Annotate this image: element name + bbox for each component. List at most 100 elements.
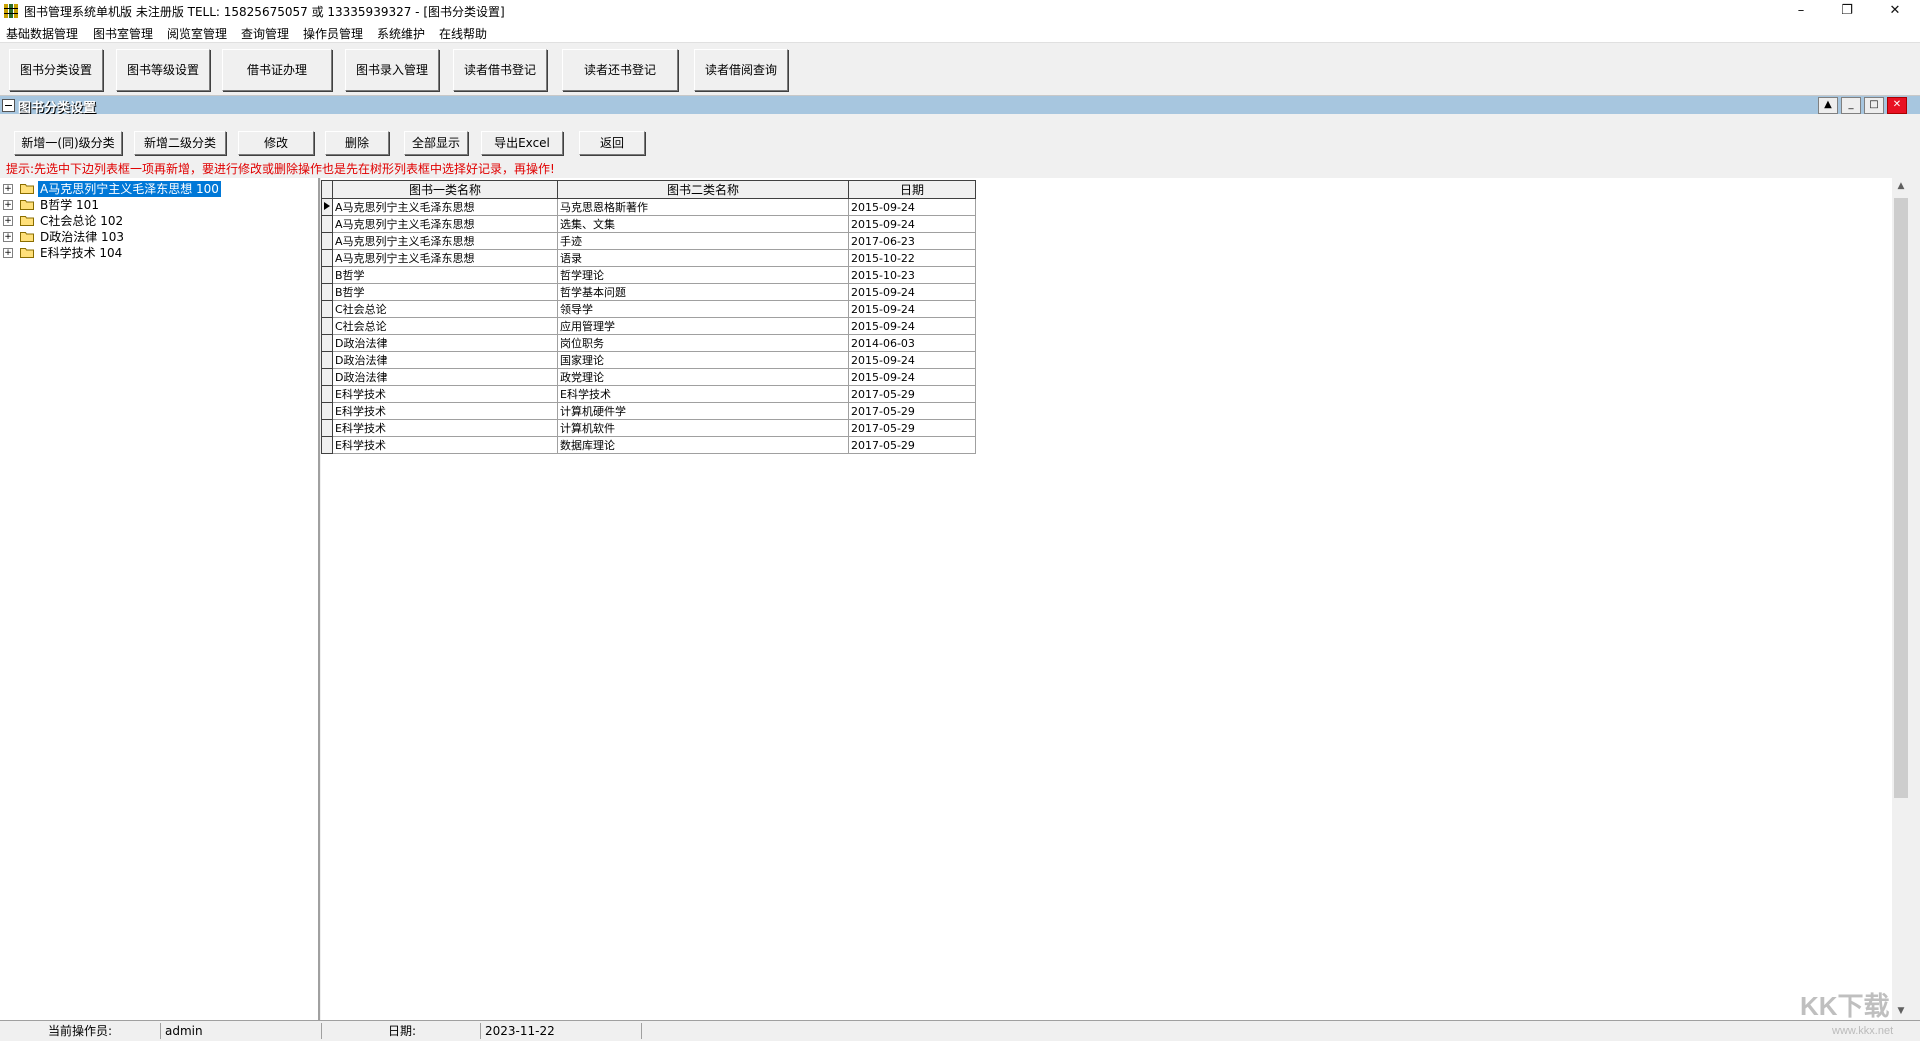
tree-node-label[interactable]: D政治法律 103 bbox=[38, 229, 126, 245]
table-row[interactable]: B哲学 哲学理论 2015-10-23 bbox=[321, 266, 976, 284]
back-button[interactable]: 返回 bbox=[579, 131, 645, 155]
vertical-scrollbar[interactable]: ▲ ▼ bbox=[1892, 178, 1910, 1020]
row-header[interactable] bbox=[321, 283, 333, 301]
edit-button[interactable]: 修改 bbox=[238, 131, 314, 155]
grid-cell[interactable]: 马克思恩格斯著作 bbox=[557, 198, 849, 216]
table-row[interactable]: A马克思列宁主义毛泽东思想 语录 2015-10-22 bbox=[321, 249, 976, 267]
row-header[interactable] bbox=[321, 215, 333, 233]
grid-cell[interactable]: 2015-10-23 bbox=[848, 266, 976, 284]
restore-icon[interactable]: ❐ bbox=[1824, 0, 1870, 22]
table-row[interactable]: A马克思列宁主义毛泽东思想 手迹 2017-06-23 bbox=[321, 232, 976, 250]
grid-cell[interactable]: A马克思列宁主义毛泽东思想 bbox=[332, 215, 558, 233]
table-row[interactable]: D政治法律 国家理论 2015-09-24 bbox=[321, 351, 976, 369]
menu-library-room[interactable]: 图书室管理 bbox=[93, 25, 153, 42]
grid-cell[interactable]: 2015-09-24 bbox=[848, 283, 976, 301]
menu-basic-data[interactable]: 基础数据管理 bbox=[6, 25, 78, 42]
tree-expand-icon[interactable]: + bbox=[3, 232, 13, 242]
grid-cell[interactable]: D政治法律 bbox=[332, 368, 558, 386]
toolbar-book-entry-button[interactable]: 图书录入管理 bbox=[345, 49, 439, 91]
grid-cell[interactable]: 哲学理论 bbox=[557, 266, 849, 284]
row-header[interactable] bbox=[321, 300, 333, 318]
category-tree[interactable]: + A马克思列宁主义毛泽东思想 100 + B哲学 101 + C社会总论 10… bbox=[0, 178, 320, 1020]
menu-operator[interactable]: 操作员管理 bbox=[303, 25, 363, 42]
grid-cell[interactable]: E科学技术 bbox=[557, 385, 849, 403]
menu-query[interactable]: 查询管理 bbox=[241, 25, 289, 42]
grid-cell[interactable]: A马克思列宁主义毛泽东思想 bbox=[332, 232, 558, 250]
row-header[interactable] bbox=[321, 368, 333, 386]
grid-cell[interactable]: 2017-06-23 bbox=[848, 232, 976, 250]
grid-cell[interactable]: 2017-05-29 bbox=[848, 385, 976, 403]
toolbar-category-settings-button[interactable]: 图书分类设置 bbox=[9, 49, 103, 91]
row-header[interactable] bbox=[321, 249, 333, 267]
table-row[interactable]: C社会总论 应用管理学 2015-09-24 bbox=[321, 317, 976, 335]
grid-cell[interactable]: 2017-05-29 bbox=[848, 436, 976, 454]
menu-system[interactable]: 系统维护 bbox=[377, 25, 425, 42]
toolbar-return-button[interactable]: 读者还书登记 bbox=[562, 49, 678, 91]
tree-node-label[interactable]: C社会总论 102 bbox=[38, 213, 125, 229]
grid-cell[interactable]: 选集、文集 bbox=[557, 215, 849, 233]
grid-cell[interactable]: C社会总论 bbox=[332, 300, 558, 318]
row-header[interactable] bbox=[321, 232, 333, 250]
row-header[interactable] bbox=[321, 266, 333, 284]
table-row[interactable]: A马克思列宁主义毛泽东思想 选集、文集 2015-09-24 bbox=[321, 215, 976, 233]
table-row[interactable]: B哲学 哲学基本问题 2015-09-24 bbox=[321, 283, 976, 301]
grid-cell[interactable]: 数据库理论 bbox=[557, 436, 849, 454]
scroll-thumb[interactable] bbox=[1894, 198, 1908, 798]
grid-cell[interactable]: E科学技术 bbox=[332, 402, 558, 420]
grid-cell[interactable]: 计算机硬件学 bbox=[557, 402, 849, 420]
grid-cell[interactable]: E科学技术 bbox=[332, 419, 558, 437]
grid-cell[interactable]: 领导学 bbox=[557, 300, 849, 318]
grid-cell[interactable]: 2017-05-29 bbox=[848, 419, 976, 437]
grid-cell[interactable]: 哲学基本问题 bbox=[557, 283, 849, 301]
toolbar-borrow-button[interactable]: 读者借书登记 bbox=[453, 49, 547, 91]
close-icon[interactable]: ✕ bbox=[1872, 0, 1918, 22]
table-row[interactable]: E科学技术 数据库理论 2017-05-29 bbox=[321, 436, 976, 454]
row-header[interactable] bbox=[321, 419, 333, 437]
scroll-down-icon[interactable]: ▼ bbox=[1892, 1003, 1910, 1020]
grid-cell[interactable]: A马克思列宁主义毛泽东思想 bbox=[332, 198, 558, 216]
toolbar-grade-settings-button[interactable]: 图书等级设置 bbox=[116, 49, 210, 91]
delete-button[interactable]: 删除 bbox=[325, 131, 389, 155]
row-header[interactable] bbox=[321, 334, 333, 352]
table-row[interactable]: D政治法律 岗位职务 2014-06-03 bbox=[321, 334, 976, 352]
category-grid[interactable]: 图书一类名称 图书二类名称 日期 A马克思列宁主义毛泽东思想 马克思恩格斯著作 20… bbox=[321, 180, 976, 454]
row-header[interactable] bbox=[321, 385, 333, 403]
child-arrow-up-icon[interactable]: ▲ bbox=[1818, 97, 1838, 114]
grid-col-header[interactable]: 图书一类名称 bbox=[332, 180, 558, 199]
tree-expand-icon[interactable]: + bbox=[3, 248, 13, 258]
child-system-menu-icon[interactable] bbox=[2, 99, 15, 112]
grid-cell[interactable]: 2014-06-03 bbox=[848, 334, 976, 352]
grid-col-header[interactable]: 图书二类名称 bbox=[557, 180, 849, 199]
grid-cell[interactable]: 计算机软件 bbox=[557, 419, 849, 437]
tree-expand-icon[interactable]: + bbox=[3, 184, 13, 194]
grid-cell[interactable]: B哲学 bbox=[332, 266, 558, 284]
grid-cell[interactable]: 2015-09-24 bbox=[848, 317, 976, 335]
export-excel-button[interactable]: 导出Excel bbox=[481, 131, 563, 155]
table-row[interactable]: E科学技术 计算机软件 2017-05-29 bbox=[321, 419, 976, 437]
show-all-button[interactable]: 全部显示 bbox=[404, 131, 468, 155]
grid-cell[interactable]: 2017-05-29 bbox=[848, 402, 976, 420]
grid-cell[interactable]: 2015-09-24 bbox=[848, 300, 976, 318]
grid-cell[interactable]: E科学技术 bbox=[332, 385, 558, 403]
toolbar-borrow-query-button[interactable]: 读者借阅查询 bbox=[694, 49, 788, 91]
grid-cell[interactable]: 政党理论 bbox=[557, 368, 849, 386]
tree-expand-icon[interactable]: + bbox=[3, 216, 13, 226]
grid-cell[interactable]: B哲学 bbox=[332, 283, 558, 301]
tree-node-label[interactable]: E科学技术 104 bbox=[38, 245, 124, 261]
toolbar-library-card-button[interactable]: 借书证办理 bbox=[222, 49, 332, 91]
tree-node-label[interactable]: B哲学 101 bbox=[38, 197, 101, 213]
add-sibling-category-button[interactable]: 新增一(同)级分类 bbox=[14, 131, 122, 155]
grid-cell[interactable]: D政治法律 bbox=[332, 351, 558, 369]
grid-cell[interactable]: 手迹 bbox=[557, 232, 849, 250]
grid-cell[interactable]: 语录 bbox=[557, 249, 849, 267]
add-subcategory-button[interactable]: 新增二级分类 bbox=[134, 131, 226, 155]
row-header[interactable] bbox=[321, 351, 333, 369]
current-row-indicator-icon[interactable] bbox=[321, 198, 333, 216]
row-header[interactable] bbox=[321, 317, 333, 335]
tree-node-label[interactable]: A马克思列宁主义毛泽东思想 100 bbox=[38, 181, 221, 197]
grid-cell[interactable]: 2015-09-24 bbox=[848, 368, 976, 386]
row-header[interactable] bbox=[321, 402, 333, 420]
grid-cell[interactable]: 2015-09-24 bbox=[848, 198, 976, 216]
child-minimize-icon[interactable]: _ bbox=[1841, 97, 1861, 114]
grid-cell[interactable]: 岗位职务 bbox=[557, 334, 849, 352]
